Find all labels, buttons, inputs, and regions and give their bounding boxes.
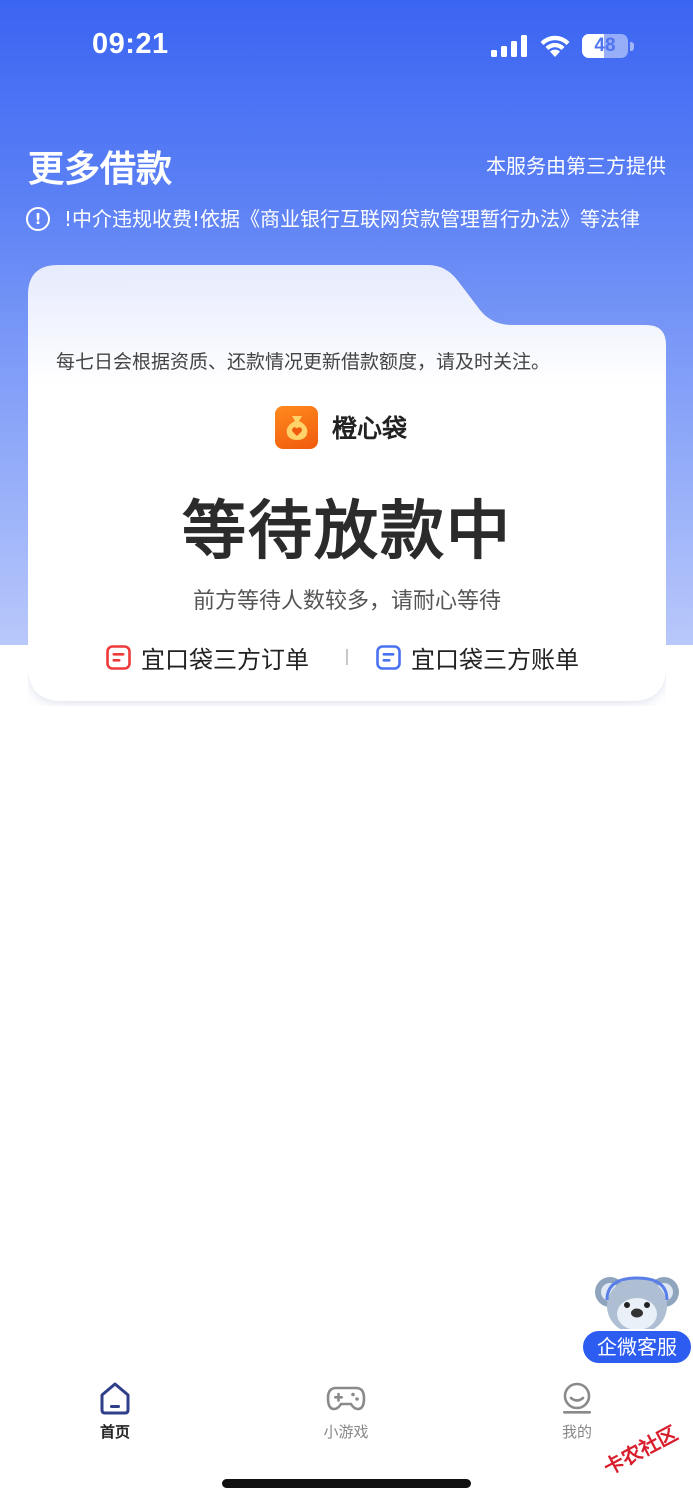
lender-brand: 橙心袋 (275, 405, 407, 449)
links-divider (346, 649, 348, 665)
tab-home[interactable]: 首页 (55, 1375, 175, 1455)
info-icon: ! (26, 207, 50, 231)
battery-tip (630, 42, 634, 51)
tab-mini-games-label: 小游戏 (323, 1423, 369, 1441)
provider-note: 本服务由第三方提供 (486, 154, 666, 178)
cellular-signal-icon (491, 35, 527, 57)
money-bag-logo-icon (275, 405, 318, 449)
lender-name: 橙心袋 (332, 414, 408, 443)
wifi-icon (540, 35, 570, 57)
tab-home-label: 首页 (99, 1423, 130, 1441)
home-indicator[interactable] (222, 1479, 471, 1488)
order-bill-links: 宜口袋三方订单 宜口袋三方账单 (28, 640, 666, 674)
community-watermark: 卡农社区 卡农社区 (598, 1419, 684, 1482)
home-icon (100, 1382, 130, 1415)
order-document-icon (106, 644, 131, 670)
loan-status-card: 每七日会根据资质、还款情况更新借款额度，请及时关注。 橙心袋 等待放款中 前方等… (28, 265, 666, 706)
third-party-order-label: 宜口袋三方订单 (141, 645, 309, 674)
customer-service-label: 企微客服 (581, 1329, 693, 1365)
third-party-bill-link[interactable]: 宜口袋三方账单 (376, 640, 579, 674)
battery-percent: 48 (594, 35, 616, 56)
gamepad-icon (326, 1386, 366, 1411)
page-title: 更多借款 (28, 149, 173, 190)
notice-text: !中介违规收费!依据《商业银行互联网贷款管理暂行办法》等法律 (64, 207, 641, 231)
status-time: 09:21 (92, 28, 169, 60)
profile-icon (563, 1382, 591, 1414)
third-party-order-link[interactable]: 宜口袋三方订单 (106, 640, 309, 674)
status-bar: 09:21 48 (0, 0, 693, 96)
loan-status-title: 等待放款中 (182, 495, 512, 569)
notice-marquee[interactable]: ! !中介违规收费!依据《商业银行互联网贷款管理暂行办法》等法律 (26, 205, 693, 235)
third-party-bill-label: 宜口袋三方账单 (411, 645, 579, 674)
loan-status-subtitle: 前方等待人数较多，请耐心等待 (192, 589, 501, 614)
tab-mini-games[interactable]: 小游戏 (286, 1375, 406, 1455)
battery-indicator: 48 (582, 34, 628, 58)
koala-mascot-icon (595, 1276, 679, 1334)
svg-text:卡农社区: 卡农社区 (600, 1421, 682, 1480)
quota-update-tip: 每七日会根据资质、还款情况更新借款额度，请及时关注。 (56, 351, 551, 373)
customer-service-button[interactable]: 企微客服 (580, 1270, 693, 1366)
bill-document-icon (376, 644, 401, 670)
